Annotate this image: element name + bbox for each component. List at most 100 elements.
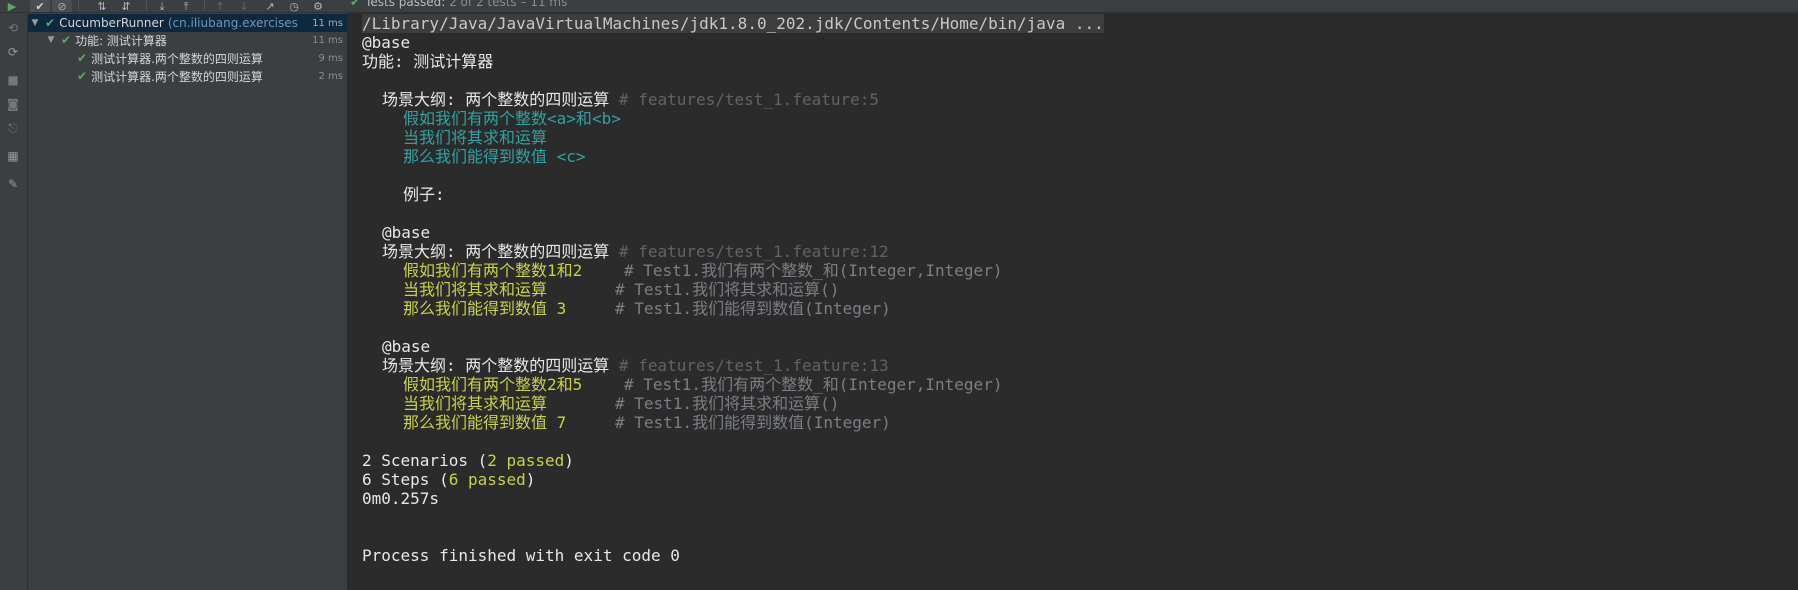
- passed-check-icon: ✔: [45, 16, 56, 30]
- tree-node-feature[interactable]: ▼ ✔ 功能: 测试计算器 11 ms: [28, 31, 347, 49]
- test-results-tree: ▼ ✔ CucumberRunner (cn.iliubang.exercise…: [28, 13, 348, 590]
- tree-node-label: 测试计算器.两个整数的四则运算: [91, 51, 263, 66]
- console-scenarios-summary: 2 Scenarios (2 passed): [362, 451, 574, 470]
- step-text: 那么我们能得到数值: [403, 147, 557, 166]
- summary-text: 6 Steps (: [362, 470, 449, 489]
- rerun-failed-icon[interactable]: ⟲: [4, 19, 22, 37]
- console-steps-summary: 6 Steps (6 passed): [362, 470, 535, 489]
- console-step-line: 假如我们有两个整数1和2 # Test1.我们有两个整数_和(Integer,In…: [362, 261, 1002, 280]
- test-status: ✔ Tests passed: 2 of 2 tests – 11 ms: [350, 0, 567, 9]
- step-param: <a>: [547, 109, 576, 128]
- tree-node-time: 11 ms: [312, 34, 343, 46]
- outline-title: 场景大纲: 两个整数的四则运算: [382, 90, 610, 109]
- passed-check-icon: ✔: [350, 0, 361, 9]
- console-tag: @base: [382, 223, 431, 242]
- status-counts: 2 of 2 tests – 11 ms: [449, 0, 568, 9]
- console-command-line: /Library/Java/JavaVirtualMachines/jdk1.8…: [362, 14, 1104, 33]
- step-comment: # Test1.我们能得到数值(Integer): [615, 299, 891, 318]
- tree-node-label: CucumberRunner: [59, 16, 164, 30]
- step-comment: # Test1.我们将其求和运算(): [615, 280, 840, 299]
- left-action-strip: ⟲ ⟳ ■ ◙ ⎋ ▦ ✎: [0, 13, 28, 590]
- sort-by-duration-icon[interactable]: ⇵: [116, 0, 136, 12]
- summary-passed: 6 passed: [448, 470, 526, 489]
- step-text: 假如我们有两个整数2和5: [403, 375, 583, 394]
- sort-alphabetically-icon[interactable]: ⇅: [92, 0, 112, 12]
- test-runner-toolbar: ▶ ✔ ⊘ ⇅ ⇵ ⤓ ⤒ ↑ ↓ ↗ ◷ ⚙ ✔ Tests passed: 2…: [0, 0, 1798, 13]
- step-text: 那么我们能得到数值 7: [403, 413, 567, 432]
- console-step-line: 那么我们能得到数值 3 # Test1.我们能得到数值(Integer): [362, 299, 891, 318]
- expand-all-icon[interactable]: ⤓: [152, 0, 172, 12]
- tree-node-scenario[interactable]: ✔ 测试计算器.两个整数的四则运算 9 ms: [28, 49, 347, 67]
- console-outline-title-line: 场景大纲: 两个整数的四则运算 # features/test_1.featur…: [362, 90, 879, 109]
- console-tag: @base: [382, 337, 431, 356]
- console-tag: @base: [362, 33, 411, 52]
- tree-node-root[interactable]: ▼ ✔ CucumberRunner (cn.iliubang.exercise…: [28, 14, 347, 32]
- console-examples-label: 例子:: [403, 185, 445, 204]
- passed-check-icon: ✔: [61, 33, 72, 47]
- console-step-line: 当我们将其求和运算 # Test1.我们将其求和运算(): [362, 280, 839, 299]
- stop-icon[interactable]: ■: [4, 71, 22, 89]
- tree-node-label: 测试计算器.两个整数的四则运算: [91, 69, 263, 84]
- scenario-title: 场景大纲: 两个整数的四则运算: [382, 242, 610, 261]
- summary-text: ): [564, 451, 574, 470]
- expand-arrow-icon[interactable]: ▼: [28, 18, 42, 28]
- step-text: 假如我们有两个整数1和2: [403, 261, 583, 280]
- step-text: 假如我们有两个整数: [403, 109, 548, 128]
- settings-gear-icon[interactable]: ⚙: [308, 0, 328, 12]
- console-process-finished: Process finished with exit code 0: [362, 546, 680, 565]
- console-feature-line: 功能: 测试计算器: [362, 52, 494, 71]
- console-outline-step: 那么我们能得到数值 <c>: [362, 147, 586, 166]
- layout-icon[interactable]: ▦: [4, 147, 22, 165]
- step-comment: # Test1.我们能得到数值(Integer): [615, 413, 891, 432]
- next-failed-icon[interactable]: ↓: [234, 0, 254, 12]
- step-comment: # Test1.我们有两个整数_和(Integer,Integer): [624, 261, 1003, 280]
- toolbar-separator: [78, 1, 79, 11]
- console-step-line: 那么我们能得到数值 7 # Test1.我们能得到数值(Integer): [362, 413, 891, 432]
- step-param: <b>: [591, 109, 621, 128]
- console-scenario-title-line: 场景大纲: 两个整数的四则运算 # features/test_1.featur…: [362, 242, 889, 261]
- history-icon[interactable]: ◷: [284, 0, 304, 12]
- summary-passed: 2 passed: [487, 451, 565, 470]
- previous-failed-icon[interactable]: ↑: [210, 0, 230, 12]
- step-text: 和: [575, 109, 592, 128]
- show-passed-toggle-icon[interactable]: ✔: [30, 0, 50, 12]
- tree-node-scenario[interactable]: ✔ 测试计算器.两个整数的四则运算 2 ms: [28, 67, 347, 85]
- toolbar-separator: [146, 1, 147, 11]
- passed-check-icon: ✔: [77, 51, 88, 65]
- console-scenario-title-line: 场景大纲: 两个整数的四则运算 # features/test_1.featur…: [362, 356, 889, 375]
- step-param: <c>: [556, 147, 586, 166]
- tree-node-time: 11 ms: [312, 17, 343, 29]
- console-outline-step: 当我们将其求和运算: [403, 128, 548, 147]
- tree-node-package: (cn.iliubang.exercises: [167, 16, 298, 30]
- console-output[interactable]: /Library/Java/JavaVirtualMachines/jdk1.8…: [348, 13, 1798, 590]
- summary-text: ): [525, 470, 536, 489]
- scenario-title: 场景大纲: 两个整数的四则运算: [382, 356, 610, 375]
- step-comment: # Test1.我们将其求和运算(): [615, 394, 840, 413]
- step-text: 当我们将其求和运算: [403, 280, 548, 299]
- status-label: Tests passed:: [365, 0, 446, 9]
- show-ignored-toggle-icon[interactable]: ⊘: [52, 0, 72, 12]
- console-outline-step: 假如我们有两个整数<a>和<b>: [362, 109, 621, 128]
- outline-location: # features/test_1.feature:5: [618, 90, 880, 109]
- collapse-all-icon[interactable]: ⤒: [176, 0, 196, 12]
- summary-text: 2 Scenarios (: [362, 451, 488, 470]
- camera-icon[interactable]: ◙: [4, 95, 22, 113]
- console-step-line: 当我们将其求和运算 # Test1.我们将其求和运算(): [362, 394, 839, 413]
- toggle-auto-test-icon[interactable]: ⟳: [4, 43, 22, 61]
- rerun-icon[interactable]: ▶: [2, 0, 22, 12]
- toolbar-separator: [204, 1, 205, 11]
- console-step-line: 假如我们有两个整数2和5 # Test1.我们有两个整数_和(Integer,In…: [362, 375, 1002, 394]
- tree-node-label: 功能: 测试计算器: [75, 33, 167, 48]
- expand-arrow-icon[interactable]: ▼: [44, 35, 58, 45]
- export-results-icon[interactable]: ↗: [260, 0, 280, 12]
- step-comment: # Test1.我们有两个整数_和(Integer,Integer): [624, 375, 1003, 394]
- console-duration: 0m0.257s: [362, 489, 440, 508]
- passed-check-icon: ✔: [77, 69, 88, 83]
- step-text: 当我们将其求和运算: [403, 394, 548, 413]
- exit-icon[interactable]: ⎋: [4, 119, 22, 137]
- tree-node-time: 9 ms: [318, 52, 344, 64]
- tree-node-time: 2 ms: [318, 70, 344, 82]
- scenario-location: # features/test_1.feature:13: [618, 356, 889, 375]
- pin-icon[interactable]: ✎: [4, 175, 22, 193]
- step-text: 那么我们能得到数值 3: [403, 299, 567, 318]
